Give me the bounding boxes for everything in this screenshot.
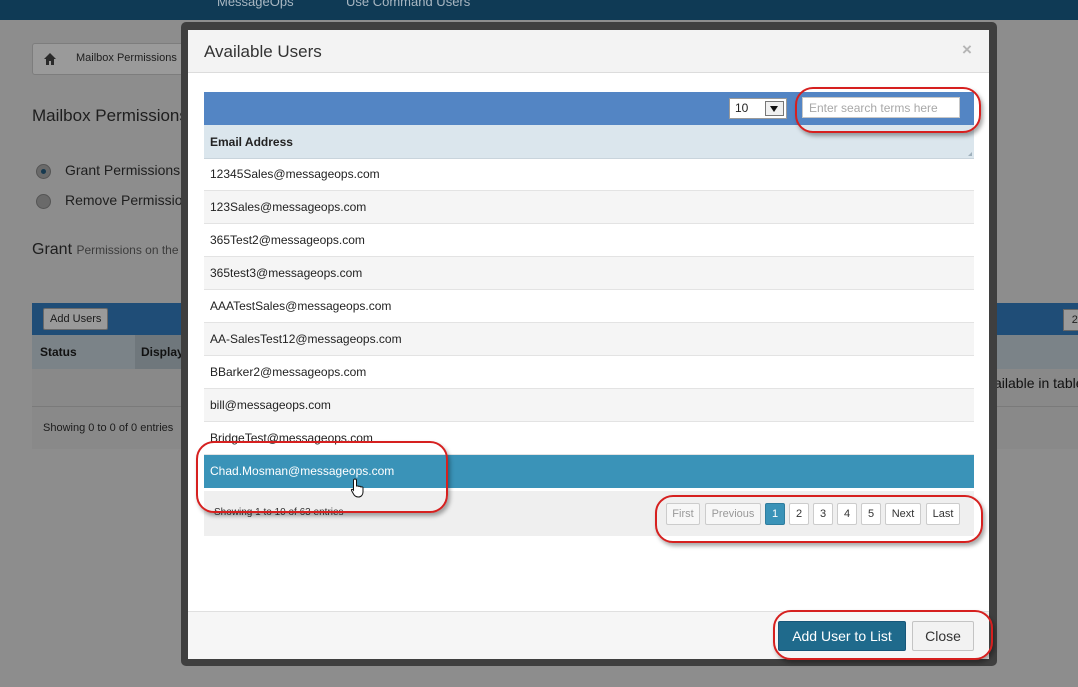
table-info: Showing 1 to 10 of 63 entries (214, 507, 344, 518)
email-cell: bill@messageops.com (210, 398, 331, 412)
email-cell: AAATestSales@messageops.com (210, 299, 392, 313)
breadcrumb-item[interactable]: Mailbox Permissions (76, 52, 177, 64)
email-cell: Chad.Mosman@messageops.com (210, 464, 395, 478)
section-title: Grant Permissions on the (32, 241, 179, 259)
available-users-modal: Available Users × 10 Email Address 12345… (188, 30, 989, 659)
email-cell: 365Test2@messageops.com (210, 233, 365, 247)
table-row[interactable]: 12345Sales@messageops.com (204, 158, 974, 191)
section-title-text: Grant (32, 241, 73, 258)
table-row[interactable]: BridgeTest@messageops.com (204, 422, 974, 455)
column-header-email[interactable]: Email Address (204, 125, 974, 159)
table-footer: Showing 1 to 10 of 63 entries First Prev… (204, 491, 974, 536)
dropdown-arrow-icon[interactable] (765, 101, 784, 116)
email-cell: BBarker2@messageops.com (210, 365, 367, 379)
modal-footer: Add User to List Close (188, 611, 989, 659)
entries-length-select[interactable]: 10 (729, 98, 787, 119)
email-cell: 12345Sales@messageops.com (210, 167, 380, 181)
hand-pointer-icon (350, 478, 364, 498)
column-header-label: Email Address (210, 135, 293, 149)
table-info: Showing 0 to 0 of 0 entries (43, 422, 174, 434)
close-icon[interactable]: × (962, 40, 972, 60)
email-cell: 365test3@messageops.com (210, 266, 363, 280)
users-table-body: 12345Sales@messageops.com 123Sales@messa… (204, 158, 974, 488)
page-button-3[interactable]: 3 (813, 503, 833, 525)
length-value: 10 (735, 101, 749, 115)
search-input[interactable] (802, 97, 960, 118)
top-navigation-bar: MessageOps Use Command Users (0, 0, 1078, 20)
topbar-item[interactable]: Use Command Users (346, 0, 470, 9)
home-icon[interactable] (43, 52, 57, 66)
table-row[interactable]: AA-SalesTest12@messageops.com (204, 323, 974, 356)
radio-button[interactable] (36, 194, 51, 209)
breadcrumb: Mailbox Permissions (32, 43, 194, 75)
column-header-status[interactable]: Status (40, 345, 77, 359)
radio-label: Grant Permissions (65, 162, 181, 178)
table-row[interactable]: AAATestSales@messageops.com (204, 290, 974, 323)
radio-button[interactable] (36, 164, 51, 179)
modal-title: Available Users (204, 42, 322, 61)
table-toolbar: 10 (204, 92, 974, 125)
page-button-4[interactable]: 4 (837, 503, 857, 525)
close-button[interactable]: Close (912, 621, 974, 651)
table-row[interactable]: 365Test2@messageops.com (204, 224, 974, 257)
sort-indicator-icon (968, 152, 972, 156)
page-title: Mailbox Permissions (32, 106, 188, 125)
table-row[interactable]: 365test3@messageops.com (204, 257, 974, 290)
section-subtitle: Permissions on the (76, 243, 179, 257)
table-row[interactable]: BBarker2@messageops.com (204, 356, 974, 389)
add-user-to-list-button[interactable]: Add User to List (778, 621, 906, 651)
email-cell: 123Sales@messageops.com (210, 200, 367, 214)
table-row-selected[interactable]: Chad.Mosman@messageops.com (204, 455, 974, 488)
page-button-1[interactable]: 1 (765, 503, 785, 525)
page-button-2[interactable]: 2 (789, 503, 809, 525)
topbar-item[interactable]: MessageOps (217, 0, 294, 9)
page-size-select[interactable]: 25 (1063, 309, 1078, 331)
previous-page-button[interactable]: Previous (705, 503, 761, 525)
email-cell: AA-SalesTest12@messageops.com (210, 332, 402, 346)
first-page-button[interactable]: First (666, 503, 700, 525)
empty-table-message: vailable in table (987, 375, 1078, 391)
radio-label: Remove Permission (65, 192, 191, 208)
add-users-button[interactable]: Add Users (43, 308, 109, 330)
table-row[interactable]: bill@messageops.com (204, 389, 974, 422)
last-page-button[interactable]: Last (926, 503, 960, 525)
table-row[interactable]: 123Sales@messageops.com (204, 191, 974, 224)
next-page-button[interactable]: Next (885, 503, 921, 525)
page-button-5[interactable]: 5 (861, 503, 881, 525)
modal-header: Available Users × (188, 30, 989, 73)
email-cell: BridgeTest@messageops.com (210, 431, 373, 445)
